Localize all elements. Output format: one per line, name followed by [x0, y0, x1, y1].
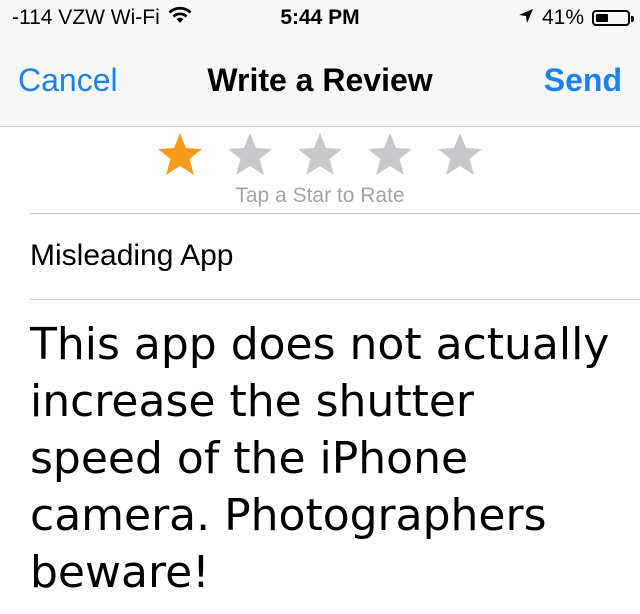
battery-percent: 41% — [541, 6, 584, 29]
star-icon[interactable] — [225, 130, 275, 180]
battery-tip — [631, 16, 634, 22]
divider — [30, 299, 640, 300]
star-icon[interactable] — [295, 130, 345, 180]
star-rating — [0, 130, 640, 182]
status-right: 41% — [518, 6, 634, 30]
location-arrow-icon — [518, 6, 534, 30]
rating-hint: Tap a Star to Rate — [235, 184, 405, 207]
star-icon[interactable] — [365, 130, 415, 180]
star-icon[interactable] — [155, 130, 205, 180]
divider — [30, 213, 640, 214]
cancel-button[interactable]: Cancel — [18, 62, 118, 99]
battery-level-fill — [596, 14, 608, 22]
send-button[interactable]: Send — [544, 62, 622, 99]
navigation-bar: Cancel Write a Review Send — [0, 40, 640, 127]
star-icon[interactable] — [435, 130, 485, 180]
review-body-field[interactable]: This app does not actually increase the … — [30, 316, 620, 601]
status-bar: -114 VZW Wi-Fi 5:44 PM 41% — [0, 0, 640, 40]
review-title-field[interactable]: Misleading App — [30, 230, 620, 282]
battery-icon — [592, 10, 634, 26]
